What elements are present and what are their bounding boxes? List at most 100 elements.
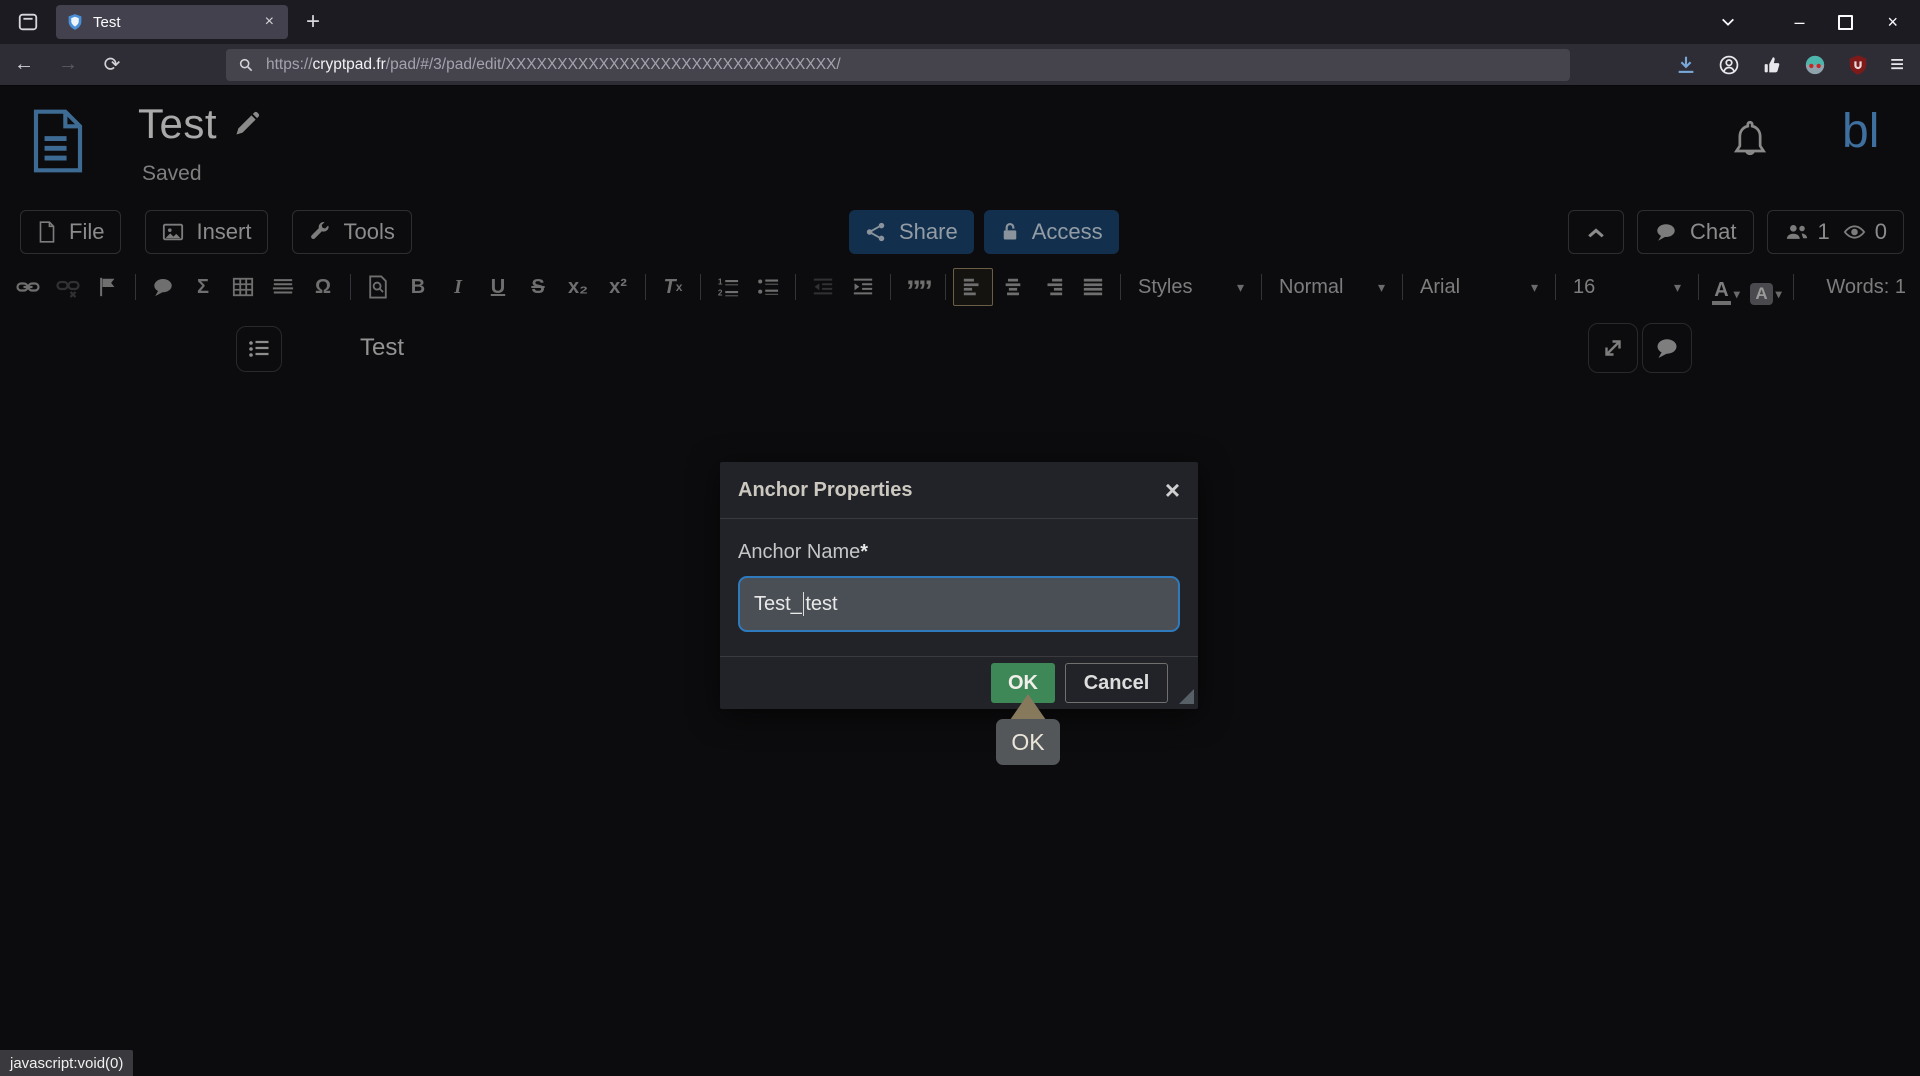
image-icon: [162, 221, 184, 243]
insert-menu-button[interactable]: Insert: [145, 210, 268, 254]
link-icon[interactable]: [8, 268, 48, 306]
paragraph-format-dropdown[interactable]: Normal▾: [1269, 268, 1395, 306]
dialog-body: Anchor Name* Test_test: [720, 519, 1198, 656]
ublock-icon[interactable]: [1847, 54, 1869, 76]
anchor-name-input[interactable]: Test_test: [738, 576, 1180, 632]
styles-dropdown[interactable]: Styles▾: [1128, 268, 1254, 306]
eye-icon: [1842, 221, 1867, 243]
ok-tooltip: OK: [996, 694, 1060, 765]
url-path: /pad/#/3/pad/edit/XXXXXXXXXXXXXXXXXXXXXX…: [386, 56, 841, 74]
extension-icon[interactable]: [1761, 54, 1783, 76]
window-minimize-button[interactable]: –: [1794, 13, 1804, 31]
align-right-icon[interactable]: [1033, 268, 1073, 306]
font-name-dropdown[interactable]: Arial▾: [1410, 268, 1548, 306]
background-color-button[interactable]: A▾: [1746, 268, 1786, 306]
editors-count: 1: [1818, 219, 1830, 245]
svg-text:2: 2: [718, 288, 723, 297]
comment-icon[interactable]: [143, 268, 183, 306]
blockquote-icon[interactable]: ””: [898, 268, 938, 306]
back-button[interactable]: ←: [6, 53, 42, 76]
table-icon[interactable]: [223, 268, 263, 306]
extension-mask-icon[interactable]: [1804, 54, 1826, 76]
chevron-down-icon: ▾: [1531, 279, 1538, 296]
new-tab-button[interactable]: +: [306, 10, 320, 34]
anchor-name-label: Anchor Name*: [738, 541, 1180, 564]
firefox-view-icon: [17, 11, 39, 33]
preview-icon[interactable]: [358, 268, 398, 306]
subscript-icon[interactable]: x₂: [558, 268, 598, 306]
presence-counts-button[interactable]: 1 0: [1767, 210, 1905, 254]
notifications-bell-icon[interactable]: [1729, 118, 1771, 162]
list-tabs-chevron-icon[interactable]: [1720, 14, 1736, 30]
italic-icon[interactable]: I: [438, 268, 478, 306]
menu-icon[interactable]: ≡: [1890, 53, 1904, 77]
downloads-icon[interactable]: [1675, 54, 1697, 76]
chevron-down-icon: ▾: [1734, 287, 1740, 301]
dialog-resize-handle[interactable]: [1179, 689, 1194, 704]
user-avatar-initials[interactable]: bl: [1842, 104, 1879, 159]
browser-nav-bar: ← → ⟳ https://cryptpad.fr/pad/#/3/pad/ed…: [0, 44, 1920, 86]
strikethrough-icon[interactable]: S: [518, 268, 558, 306]
window-close-button[interactable]: ×: [1887, 13, 1898, 31]
comment-bubble-icon: [1654, 336, 1680, 360]
chat-button[interactable]: Chat: [1637, 210, 1753, 254]
indent-icon[interactable]: [843, 268, 883, 306]
screen: Test × + – × ← → ⟳ https://cryptpad.fr/p…: [0, 0, 1920, 1076]
dialog-close-icon[interactable]: ×: [1165, 477, 1180, 503]
document-body-text[interactable]: Test: [360, 334, 404, 362]
collapse-toolbar-button[interactable]: [1568, 210, 1624, 254]
browser-tab[interactable]: Test ×: [56, 5, 288, 39]
bold-icon[interactable]: B: [398, 268, 438, 306]
rename-pencil-icon[interactable]: [233, 110, 261, 138]
wrench-icon: [309, 221, 331, 243]
unlink-icon[interactable]: [48, 268, 88, 306]
account-icon[interactable]: [1718, 54, 1740, 76]
list-outline-icon: [247, 337, 271, 361]
dialog-header[interactable]: Anchor Properties ×: [720, 462, 1198, 519]
search-icon: [238, 57, 254, 73]
align-left-icon[interactable]: [953, 268, 993, 306]
comments-panel-button[interactable]: [1642, 323, 1692, 373]
window-controls: – ×: [1720, 13, 1898, 31]
app-menubar: File Insert Tools Share Access: [0, 210, 1920, 256]
chevron-up-icon: [1585, 221, 1607, 243]
forward-button[interactable]: →: [50, 53, 86, 76]
required-asterisk: *: [860, 541, 868, 563]
word-count: Words: 1: [1826, 276, 1906, 299]
share-button[interactable]: Share: [849, 210, 974, 254]
superscript-icon[interactable]: x²: [598, 268, 638, 306]
special-character-icon[interactable]: Ω: [303, 268, 343, 306]
ordered-list-icon[interactable]: 12: [708, 268, 748, 306]
firefox-view-button[interactable]: [10, 6, 46, 38]
url-bar[interactable]: https://cryptpad.fr/pad/#/3/pad/edit/XXX…: [226, 49, 1570, 81]
underline-icon[interactable]: U: [478, 268, 518, 306]
font-size-dropdown[interactable]: 16▾: [1563, 268, 1691, 306]
text-caret: [803, 592, 805, 616]
cancel-button[interactable]: Cancel: [1065, 663, 1168, 703]
tools-menu-button[interactable]: Tools: [292, 210, 411, 254]
window-maximize-button[interactable]: [1838, 15, 1853, 30]
viewers-count: 0: [1875, 219, 1887, 245]
outline-toggle-button[interactable]: [236, 326, 282, 372]
dialog-footer: OK Cancel: [720, 656, 1198, 709]
lock-icon: [1000, 221, 1020, 243]
text-color-button[interactable]: A▾: [1706, 268, 1746, 306]
reload-button[interactable]: ⟳: [94, 52, 130, 77]
access-button[interactable]: Access: [984, 210, 1119, 254]
file-menu-button[interactable]: File: [20, 210, 121, 254]
remove-format-icon[interactable]: Tx: [653, 268, 693, 306]
users-icon: [1784, 221, 1810, 243]
file-icon: [37, 221, 57, 243]
outdent-icon[interactable]: [803, 268, 843, 306]
math-sigma-icon[interactable]: Σ: [183, 268, 223, 306]
justify-icon[interactable]: [1073, 268, 1113, 306]
anchor-flag-icon[interactable]: [88, 268, 128, 306]
align-center-icon[interactable]: [993, 268, 1033, 306]
document-title[interactable]: Test: [138, 100, 217, 148]
chat-bubble-icon: [1654, 221, 1678, 243]
formatting-toolbar: Σ Ω B I U S x₂ x² Tx 12 ””: [8, 266, 1912, 308]
horizontal-rule-icon[interactable]: [263, 268, 303, 306]
tab-close-icon[interactable]: ×: [261, 13, 278, 31]
unordered-list-icon[interactable]: [748, 268, 788, 306]
fullscreen-button[interactable]: [1588, 323, 1638, 373]
